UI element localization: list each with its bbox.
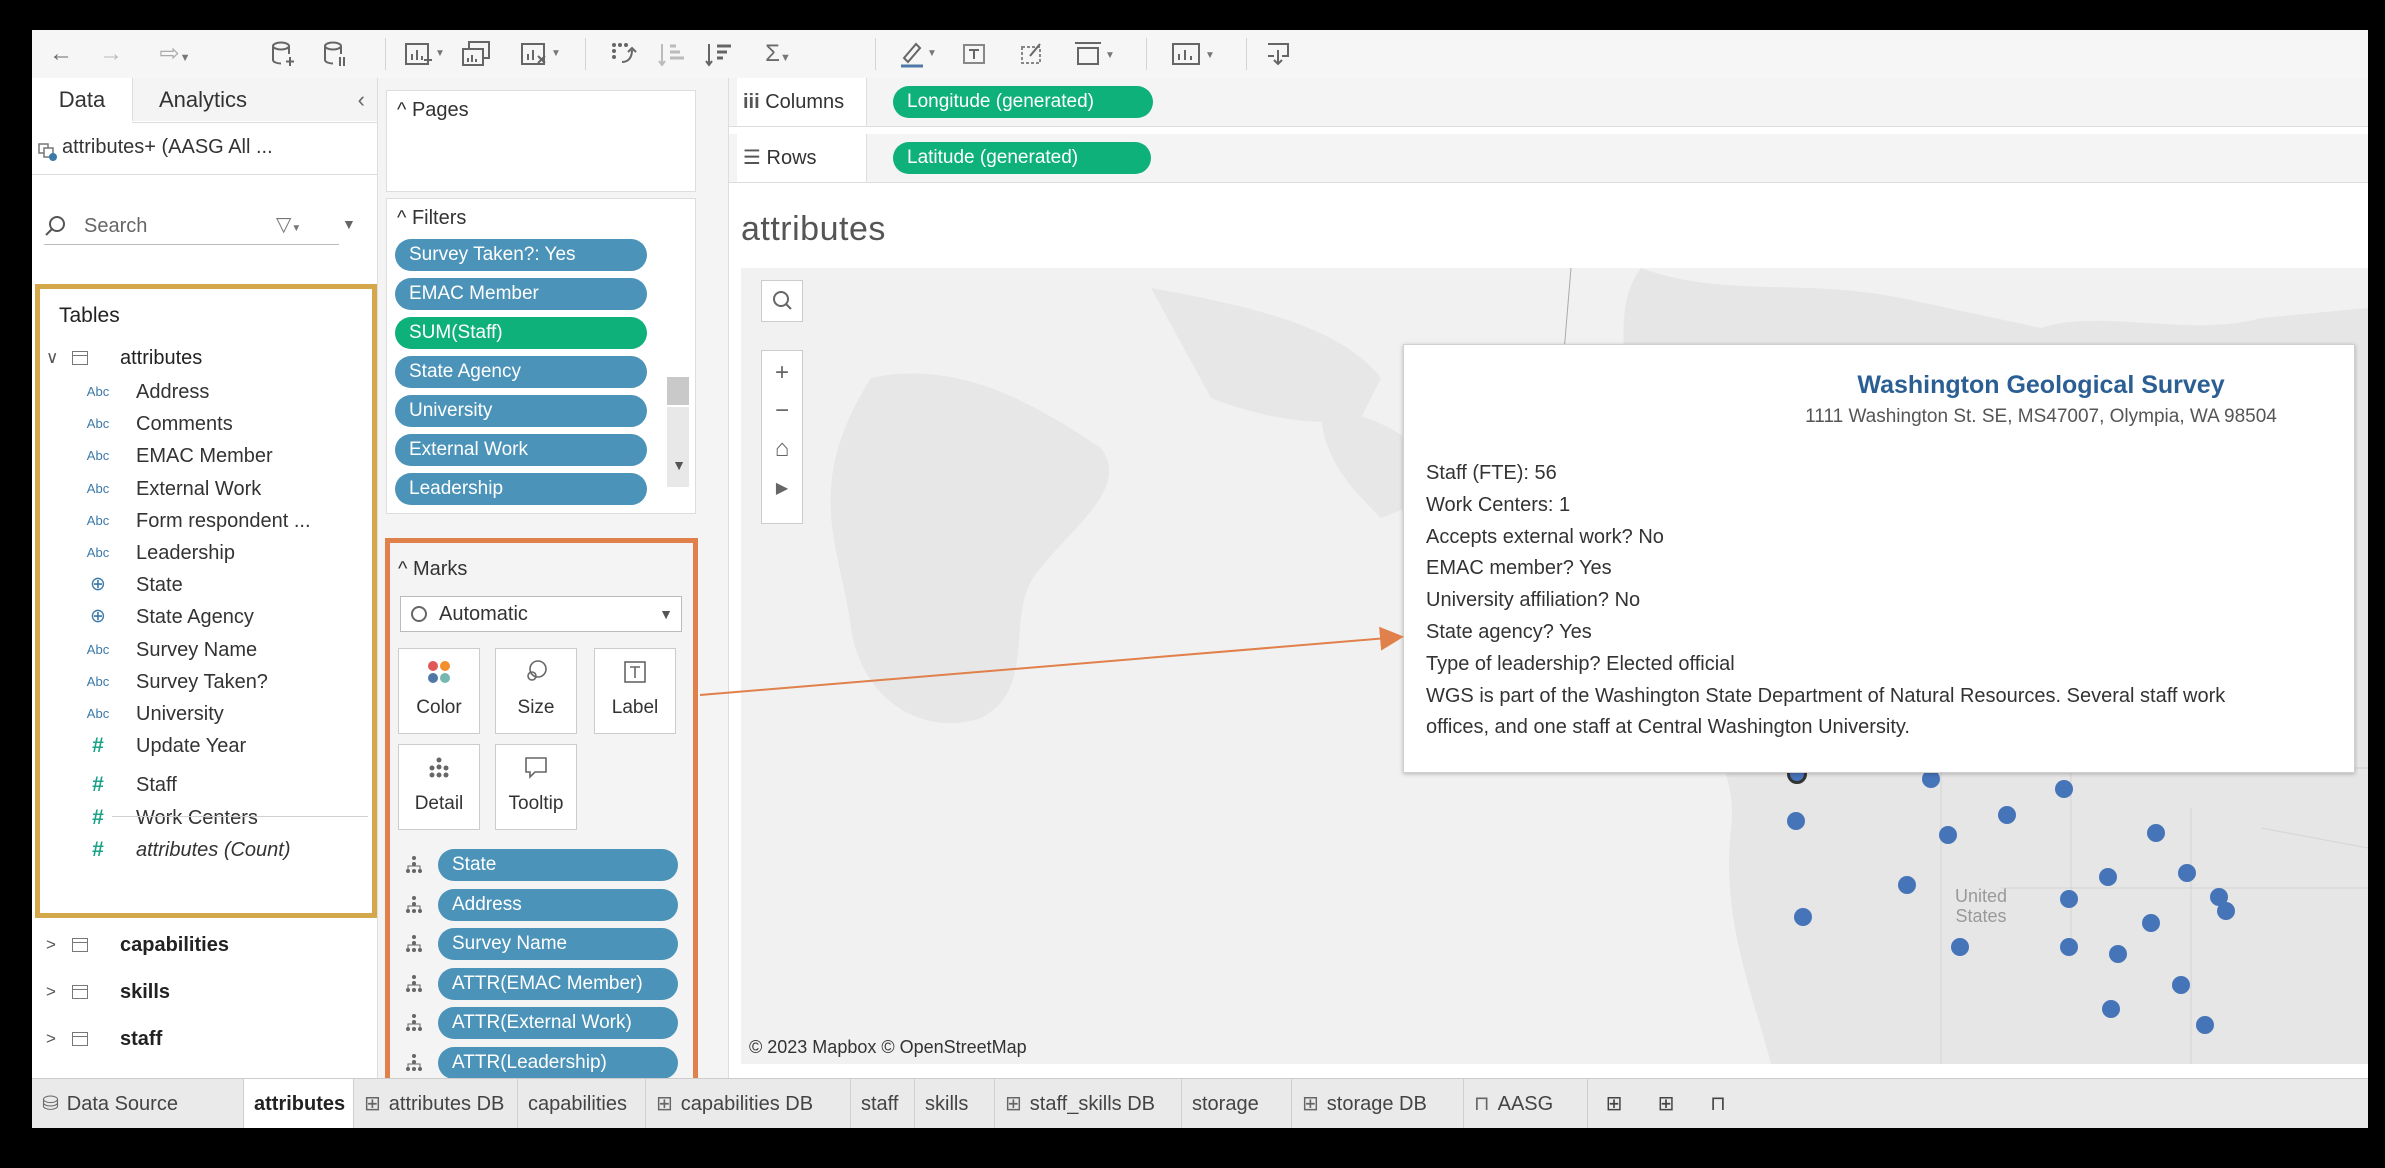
sheet-tab-label: Data Source — [66, 1093, 178, 1115]
sheet-tab-label: storage DB — [1326, 1093, 1427, 1115]
sheet-tab-label: attributes DB — [388, 1093, 505, 1115]
sheet-tab[interactable]: ⊓ AASG — [1464, 1079, 1588, 1128]
sheet-tab-bar: ⛁ Data Source attributes ⊞ attributes DB capa… — [32, 1078, 2368, 1128]
sheet-tab-label: capabilities — [528, 1093, 627, 1115]
story-icon: ⊓ — [1474, 1093, 1490, 1115]
sheet-tab-label: AASG — [1497, 1093, 1554, 1115]
sheet-tab-label: storage — [1192, 1093, 1259, 1115]
sheet-tab[interactable]: ⊞ staff_skills DB — [995, 1079, 1182, 1128]
new-story-icon[interactable]: ⊓ — [1692, 1079, 1744, 1128]
new-worksheet-icon[interactable]: ⊞ — [1588, 1079, 1640, 1128]
new-dashboard-icon[interactable]: ⊞ — [1640, 1079, 1692, 1128]
annotation-arrow — [699, 626, 1404, 696]
sheet-tab[interactable]: skills — [915, 1079, 995, 1128]
tableau-window: ← → ⇨▼ ▼ ▼ Σ▼ ▼ ▼ ▼ Data Analytics ‹ att… — [32, 30, 2368, 1128]
dashboard-icon: ⊞ — [1302, 1093, 1319, 1115]
sheet-tab[interactable]: ⊞ storage DB — [1292, 1079, 1464, 1128]
sheet-tab[interactable]: ⊞ capabilities DB — [646, 1079, 851, 1128]
dashboard-icon: ⊞ — [364, 1093, 381, 1115]
sheet-tab[interactable]: storage — [1182, 1079, 1292, 1128]
sheet-tab-label: staff — [861, 1093, 899, 1115]
sheet-tab-label: staff_skills DB — [1029, 1093, 1155, 1115]
sheet-tab[interactable]: attributes — [244, 1079, 354, 1128]
sheet-tab[interactable]: capabilities — [518, 1079, 646, 1128]
dashboard-icon: ⊞ — [1005, 1093, 1022, 1115]
cylinder-icon: ⛁ — [42, 1093, 59, 1115]
sheet-tab[interactable]: staff — [851, 1079, 915, 1128]
sheet-tab-label: capabilities DB — [680, 1093, 814, 1115]
dashboard-icon: ⊞ — [656, 1093, 673, 1115]
sheet-tab-label: attributes — [254, 1093, 346, 1115]
sheet-tab[interactable]: ⊞ attributes DB — [354, 1079, 518, 1128]
sheet-tab[interactable]: ⛁ Data Source — [32, 1079, 244, 1128]
sheet-tab-label: skills — [925, 1093, 969, 1115]
